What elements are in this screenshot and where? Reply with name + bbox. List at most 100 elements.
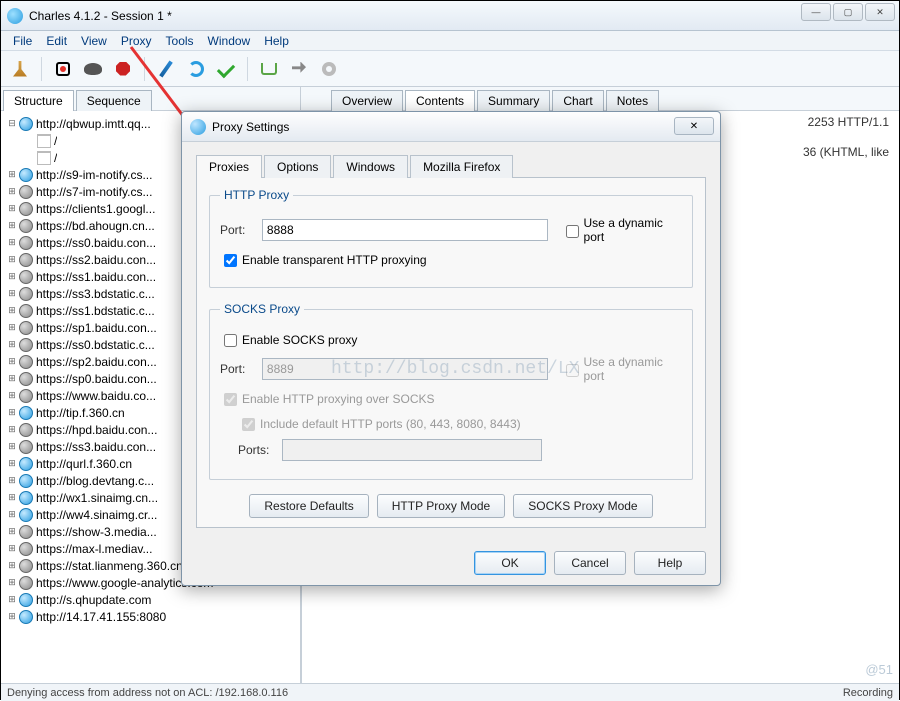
- help-button[interactable]: Help: [634, 551, 706, 575]
- tab-sequence[interactable]: Sequence: [76, 90, 152, 111]
- record-icon[interactable]: [52, 58, 74, 80]
- menu-edit[interactable]: Edit: [40, 32, 73, 50]
- dlg-tab-windows[interactable]: Windows: [333, 155, 408, 178]
- expand-icon[interactable]: ⊞: [5, 203, 19, 214]
- breakpoints-icon[interactable]: [112, 58, 134, 80]
- globe-icon: [19, 372, 33, 386]
- expand-icon[interactable]: ⊞: [5, 441, 19, 452]
- menu-view[interactable]: View: [75, 32, 113, 50]
- dlg-tab-options[interactable]: Options: [264, 155, 331, 178]
- expand-icon[interactable]: ⊞: [5, 594, 19, 605]
- expand-icon[interactable]: ⊞: [5, 611, 19, 622]
- tree-label: https://www.baidu.co...: [36, 389, 156, 403]
- close-button[interactable]: ✕: [865, 3, 895, 21]
- tree-label: http://s.qhupdate.com: [36, 593, 151, 607]
- http-port-input[interactable]: [262, 219, 548, 241]
- tree-label: http://s9-im-notify.cs...: [36, 168, 152, 182]
- socks-mode-button[interactable]: SOCKS Proxy Mode: [513, 494, 652, 518]
- tab-summary[interactable]: Summary: [477, 90, 550, 111]
- expand-icon[interactable]: ⊞: [5, 186, 19, 197]
- validate-icon[interactable]: [215, 58, 237, 80]
- tools-icon[interactable]: [288, 58, 310, 80]
- settings-icon[interactable]: [318, 58, 340, 80]
- dlg-tab-proxies[interactable]: Proxies: [196, 155, 262, 178]
- expand-icon[interactable]: ⊞: [5, 509, 19, 520]
- status-left: Denying access from address not on ACL: …: [7, 687, 288, 699]
- globe-icon: [19, 525, 33, 539]
- http-proxy-legend: HTTP Proxy: [220, 188, 293, 202]
- tab-notes[interactable]: Notes: [606, 90, 659, 111]
- socks-dynamic-checkbox: [566, 364, 579, 377]
- tree-label: http://qurl.f.360.cn: [36, 457, 132, 471]
- globe-icon: [19, 389, 33, 403]
- tree-label: http://wx1.sinaimg.cn...: [36, 491, 158, 505]
- tree-label: /: [54, 134, 57, 148]
- http-transparent-checkbox[interactable]: [224, 254, 237, 267]
- expand-icon[interactable]: ⊞: [5, 322, 19, 333]
- tree-label: https://sp2.baidu.con...: [36, 355, 157, 369]
- status-right: Recording: [843, 687, 893, 699]
- globe-icon: [19, 576, 33, 590]
- expand-icon[interactable]: ⊞: [5, 526, 19, 537]
- expand-icon[interactable]: ⊞: [5, 424, 19, 435]
- expand-icon[interactable]: ⊞: [5, 356, 19, 367]
- corner-watermark: @51: [865, 662, 893, 677]
- menu-help[interactable]: Help: [258, 32, 295, 50]
- menu-proxy[interactable]: Proxy: [115, 32, 158, 50]
- expand-icon[interactable]: ⊞: [5, 220, 19, 231]
- http-mode-button[interactable]: HTTP Proxy Mode: [377, 494, 505, 518]
- socks-port-input: [262, 358, 548, 380]
- dialog-title: Proxy Settings: [212, 120, 289, 134]
- restore-defaults-button[interactable]: Restore Defaults: [249, 494, 368, 518]
- tree-label: https://ss3.bdstatic.c...: [36, 287, 155, 301]
- throttle-icon[interactable]: [82, 58, 104, 80]
- socks-legend: SOCKS Proxy: [220, 302, 304, 316]
- expand-icon[interactable]: ⊞: [5, 237, 19, 248]
- dialog-icon: [190, 119, 206, 135]
- expand-icon[interactable]: ⊟: [5, 118, 19, 129]
- expand-icon[interactable]: ⊞: [5, 543, 19, 554]
- minimize-button[interactable]: —: [801, 3, 831, 21]
- expand-icon[interactable]: ⊞: [5, 492, 19, 503]
- expand-icon[interactable]: ⊞: [5, 169, 19, 180]
- socks-enable-checkbox[interactable]: [224, 334, 237, 347]
- tree-row[interactable]: ⊞ http://s.qhupdate.com: [3, 591, 298, 608]
- socks-include-label: Include default HTTP ports (80, 443, 808…: [260, 417, 521, 431]
- tools-basket-icon[interactable]: [258, 58, 280, 80]
- clear-icon[interactable]: [9, 58, 31, 80]
- globe-icon: [19, 542, 33, 556]
- menu-window[interactable]: Window: [202, 32, 257, 50]
- globe-icon: [19, 474, 33, 488]
- expand-icon[interactable]: ⊞: [5, 254, 19, 265]
- tree-row[interactable]: ⊞http://14.17.41.155:8080: [3, 608, 298, 625]
- toolbar: [1, 51, 899, 87]
- app-icon: [7, 8, 23, 24]
- tab-contents[interactable]: Contents: [405, 90, 475, 111]
- tree-label: https://ss0.bdstatic.c...: [36, 338, 155, 352]
- cancel-button[interactable]: Cancel: [554, 551, 626, 575]
- expand-icon[interactable]: ⊞: [5, 373, 19, 384]
- expand-icon[interactable]: ⊞: [5, 305, 19, 316]
- expand-icon[interactable]: ⊞: [5, 271, 19, 282]
- dialog-close-icon[interactable]: ✕: [674, 117, 714, 135]
- repeat-icon[interactable]: [185, 58, 207, 80]
- expand-icon[interactable]: ⊞: [5, 560, 19, 571]
- tab-overview[interactable]: Overview: [331, 90, 403, 111]
- expand-icon[interactable]: ⊞: [5, 458, 19, 469]
- globe-icon: [19, 457, 33, 471]
- menu-tools[interactable]: Tools: [160, 32, 200, 50]
- dlg-tab-firefox[interactable]: Mozilla Firefox: [410, 155, 513, 178]
- expand-icon[interactable]: ⊞: [5, 577, 19, 588]
- expand-icon[interactable]: ⊞: [5, 407, 19, 418]
- menu-file[interactable]: File: [7, 32, 38, 50]
- http-dynamic-checkbox[interactable]: [566, 225, 579, 238]
- tab-structure[interactable]: Structure: [3, 90, 74, 111]
- expand-icon[interactable]: ⊞: [5, 288, 19, 299]
- ok-button[interactable]: OK: [474, 551, 546, 575]
- compose-icon[interactable]: [155, 58, 177, 80]
- expand-icon[interactable]: ⊞: [5, 390, 19, 401]
- tab-chart[interactable]: Chart: [552, 90, 603, 111]
- expand-icon[interactable]: ⊞: [5, 475, 19, 486]
- expand-icon[interactable]: ⊞: [5, 339, 19, 350]
- maximize-button[interactable]: ▢: [833, 3, 863, 21]
